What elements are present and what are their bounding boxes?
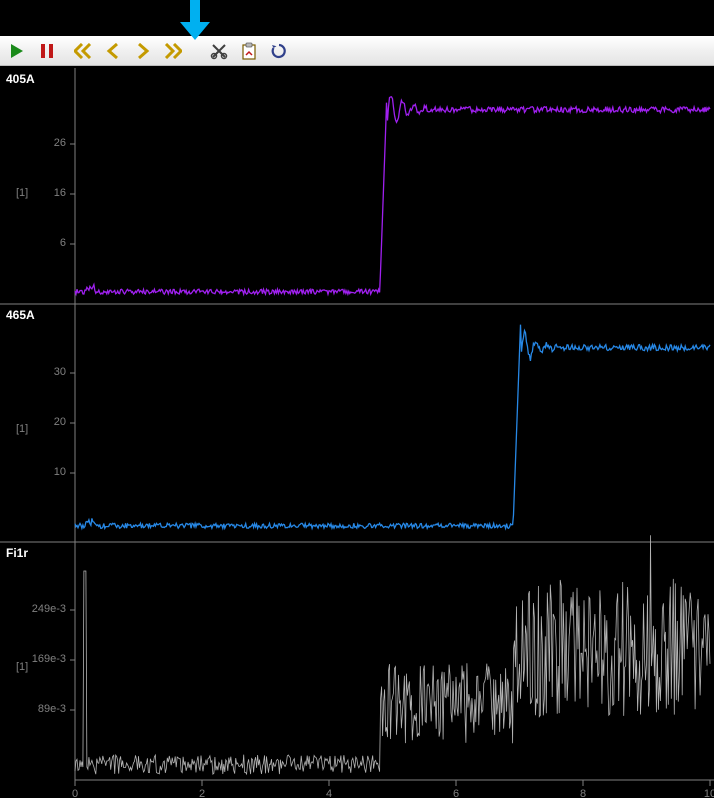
pause-button[interactable]	[34, 38, 60, 64]
step-back-button[interactable]	[100, 38, 126, 64]
play-button[interactable]	[4, 38, 30, 64]
rewind-button[interactable]	[70, 38, 96, 64]
chart-area[interactable]: 405A 465A Fi1r [1] [1] [1] 26 16 6 30 20…	[0, 68, 714, 798]
copy-button[interactable]	[236, 38, 262, 64]
step-forward-button[interactable]	[130, 38, 156, 64]
plot-canvas	[0, 68, 714, 798]
playback-toolbar	[0, 36, 714, 66]
callout-arrow-icon	[180, 0, 210, 45]
refresh-button[interactable]	[266, 38, 292, 64]
